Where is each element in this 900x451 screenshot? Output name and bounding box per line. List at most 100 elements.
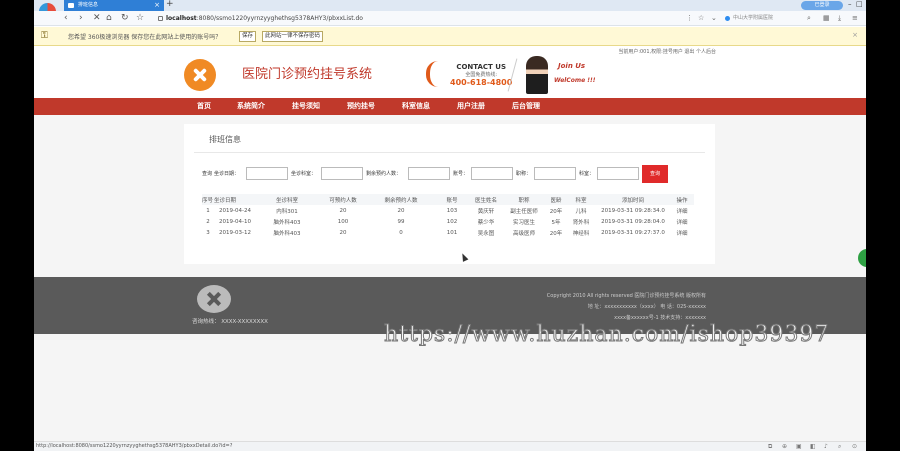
home-icon[interactable]: ⌂ [106, 12, 112, 25]
panel-divider [194, 152, 705, 153]
col-header: 序号 [202, 197, 214, 204]
password-save-bar: ⚿ 您希望 360极速浏览器 保存您在此网站上使用的账号吗？ 保存 此网站一律不… [34, 27, 866, 46]
tab-bar: 排班信息 × + 已登录 – □ [34, 0, 866, 20]
col-header: 账号 [446, 197, 458, 204]
site-title: 医院门诊预约挂号系统 [242, 67, 373, 82]
search-icon[interactable]: ⌕ [807, 13, 811, 24]
forward-icon[interactable]: › [79, 12, 83, 25]
cell-title: 实习医生 [512, 219, 535, 226]
search-input[interactable]: 中山大学附属医院 [724, 13, 804, 24]
menu-item-departments[interactable]: 科室信息 [402, 98, 430, 115]
cell-capacity: 20 [339, 207, 347, 214]
page-info-icon[interactable] [158, 16, 163, 21]
table-header-row: 序号 坐诊日期 坐诊科室 可预约人数 剩余预约人数 账号 医生姓名 职称 医龄 … [202, 194, 694, 205]
maximize-icon[interactable]: □ [856, 0, 863, 8]
label-dept-room: 坐诊科室： [291, 171, 317, 177]
minimize-icon[interactable]: – [848, 0, 852, 8]
url-input[interactable]: localhost:8080/ssmo1220yyrnzyyghethsg537… [156, 13, 696, 24]
account-input[interactable] [471, 167, 513, 180]
cell-index: 1 [206, 207, 210, 214]
tab-close-icon[interactable]: × [154, 0, 160, 11]
status-layout-icon[interactable]: ◧ [810, 442, 816, 451]
label-account: 账号： [453, 171, 469, 177]
menu-item-intro[interactable]: 系统简介 [237, 98, 265, 115]
browser-window: 排班信息 × + 已登录 – □ ‹ › ✕ ⌂ ↻ ☆ localhost:8… [34, 0, 866, 451]
user-status-links[interactable]: 当前用户:001,权限:挂号用户 退出 个人后台 [618, 48, 716, 55]
col-header: 添加时间 [621, 197, 644, 204]
apps-grid-icon[interactable]: ▦ [823, 13, 830, 24]
extension-icon[interactable]: ⋮ [686, 13, 693, 24]
cell-index: 2 [206, 218, 210, 225]
cell-dept-room: 脑外科403 [273, 219, 301, 226]
refresh-icon[interactable]: ↻ [121, 12, 129, 25]
cell-doctor: 吴永图 [477, 230, 495, 237]
cell-date: 2019-03-12 [219, 229, 251, 236]
phone-icon [426, 61, 446, 87]
tab-active[interactable]: 排班信息 × [64, 0, 164, 11]
tab-title: 排班信息 [78, 2, 99, 8]
footer-address: 地 址：xxxxxxxxxxx（xxxx） 电 话：025-xxxxxx [587, 304, 706, 310]
cell-remaining: 0 [399, 229, 403, 236]
cell-capacity: 100 [337, 218, 349, 225]
search-prefix: 查询 [202, 171, 213, 177]
cell-account: 103 [446, 207, 458, 214]
title-input[interactable] [534, 167, 576, 180]
menu-item-register[interactable]: 用户注册 [457, 98, 485, 115]
favorite-icon[interactable]: ☆ [698, 13, 704, 24]
dept-room-input[interactable] [321, 167, 363, 180]
cell-years: 20年 [549, 208, 563, 215]
contact-subtitle: 全国免费热线: [465, 72, 497, 78]
date-input[interactable] [246, 167, 288, 180]
site-header: 当前用户:001,权限:挂号用户 退出 个人后台 医院门诊预约挂号系统 CONT… [34, 46, 866, 98]
status-window-icon[interactable]: ⧉ [768, 442, 772, 451]
status-sound-icon[interactable]: ♪ [824, 442, 828, 451]
cell-department: 儿科 [575, 208, 587, 215]
menu-item-home[interactable]: 首页 [197, 98, 211, 115]
status-bar: http://localhost:8080/ssmo1220yyrnzyyghe… [34, 441, 866, 451]
cell-years: 5年 [551, 219, 561, 226]
page-content: 当前用户:001,权限:挂号用户 退出 个人后台 医院门诊预约挂号系统 CONT… [34, 46, 866, 441]
save-password-button[interactable]: 保存 [239, 31, 257, 42]
stop-icon[interactable]: ✕ [93, 12, 101, 25]
remaining-input[interactable] [408, 167, 450, 180]
status-settings-icon[interactable]: ⊙ [852, 442, 857, 451]
status-url: http://localhost:8080/ssmo1220yyrnzyyghe… [36, 443, 233, 449]
menu-item-admin[interactable]: 后台管理 [512, 98, 540, 115]
menu-icon[interactable]: ≡ [852, 13, 858, 24]
schedule-table: 序号 坐诊日期 坐诊科室 可预约人数 剩余预约人数 账号 医生姓名 职称 医龄 … [202, 194, 694, 238]
cell-title: 高级医师 [512, 230, 535, 237]
cell-date: 2019-04-24 [219, 207, 251, 214]
status-zoom-icon[interactable]: ⊕ [782, 442, 787, 451]
col-header: 职称 [518, 197, 530, 204]
detail-link[interactable]: 详细 [670, 205, 694, 216]
password-prompt-text: 您希望 360极速浏览器 保存您在此网站上使用的账号吗？ [68, 34, 222, 41]
col-header: 可预约人数 [329, 197, 357, 204]
url-path: :8080/ssmo1220yyrnzyyghethsg5378AHY3/pbx… [196, 15, 363, 22]
detail-link[interactable]: 详细 [670, 227, 694, 238]
contact-phone: 400-618-4800 [450, 78, 513, 87]
department-input[interactable] [597, 167, 639, 180]
search-button[interactable]: 查询 [642, 165, 668, 183]
account-button[interactable]: 已登录 [801, 1, 843, 10]
download-icon[interactable]: ⤓ [838, 13, 841, 24]
menu-item-booking[interactable]: 预约挂号 [347, 98, 375, 115]
bookmark-star-icon[interactable]: ☆ [136, 12, 144, 25]
search-placeholder: 中山大学附属医院 [733, 15, 774, 21]
detail-link[interactable]: 详细 [670, 216, 694, 227]
close-icon[interactable]: × [852, 31, 858, 39]
col-header: 坐诊科室 [275, 197, 298, 204]
footer-icp: xxxx备xxxxxx号-1 技术支持：xxxxxxx [614, 315, 706, 321]
watermark-text: https://www.huzhan.com/ishop39397 [383, 322, 830, 348]
label-department: 科室： [579, 171, 595, 177]
never-save-button[interactable]: 此网站一律不保存密码 [262, 31, 324, 42]
new-tab-icon[interactable]: + [166, 0, 174, 9]
hospital-logo-icon [184, 59, 216, 91]
back-icon[interactable]: ‹ [64, 12, 68, 25]
menu-item-notice[interactable]: 挂号须知 [292, 98, 320, 115]
page-favicon-icon [68, 3, 74, 8]
dropdown-chevron-icon[interactable]: ⌄ [711, 13, 717, 24]
schedule-panel: 排班信息 查询 坐诊日期： 坐诊科室： 剩余预约人数： 账号： 职称： 科室： … [184, 124, 715, 264]
main-menu: 首页 系统简介 挂号须知 预约挂号 科室信息 用户注册 后台管理 [34, 98, 866, 115]
status-screenshot-icon[interactable]: ▣ [796, 442, 802, 451]
status-find-icon[interactable]: ⌕ [838, 442, 841, 451]
